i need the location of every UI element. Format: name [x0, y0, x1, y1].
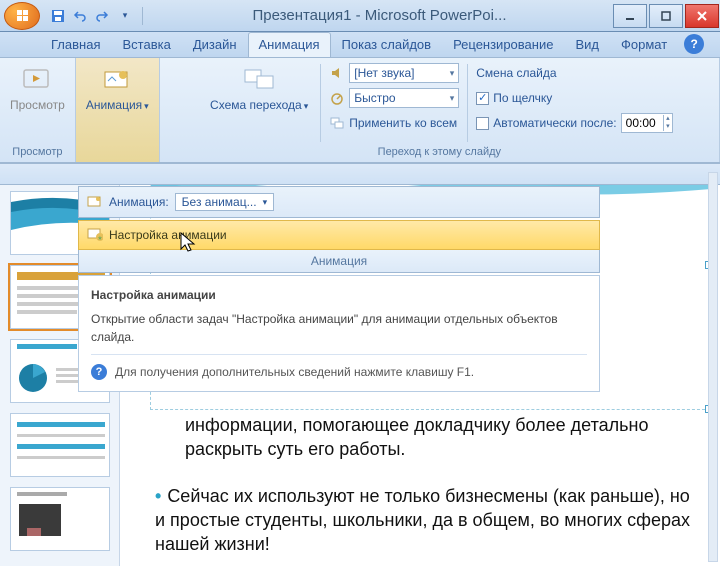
group-animation: Анимация — [76, 58, 160, 162]
tooltip-body: Открытие области задач "Настройка анимац… — [91, 310, 587, 346]
animation-icon — [101, 64, 133, 96]
qat-more-icon[interactable] — [116, 8, 132, 24]
custom-animation-item[interactable]: ★ Настройка анимации — [78, 220, 600, 250]
separator — [142, 7, 143, 25]
animation-dropdown-panel: Анимация: Без анимац... ★ Настройка аним… — [78, 186, 600, 392]
on-click-label: По щелчку — [493, 91, 552, 105]
quick-access-toolbar — [44, 8, 138, 24]
anim-icon — [87, 194, 103, 210]
animation-combo-row: Анимация: Без анимац... — [78, 186, 600, 218]
sub-strip — [0, 164, 720, 184]
group-label-anim — [82, 144, 153, 160]
thumbnail-4[interactable] — [10, 413, 110, 477]
body-p1: информации, помогающее докладчику более … — [185, 415, 648, 459]
animation-dropdown-button[interactable]: Анимация — [82, 62, 153, 114]
tab-format[interactable]: Формат — [610, 32, 678, 57]
auto-time-spinner[interactable]: 00:00▴▾ — [621, 113, 673, 133]
custom-anim-icon: ★ — [87, 227, 103, 243]
info-icon: ? — [91, 364, 107, 380]
preview-label: Просмотр — [10, 98, 65, 112]
scrollbar[interactable] — [708, 172, 718, 562]
auto-time-value: 00:00 — [622, 116, 663, 130]
tooltip: Настройка анимации Открытие области зада… — [78, 275, 600, 392]
auto-after-label: Автоматически после: — [493, 116, 616, 130]
sub-ribbon — [0, 164, 720, 185]
custom-anim-label: Настройка анимации — [109, 228, 227, 242]
maximize-button[interactable] — [649, 4, 683, 28]
sound-combo[interactable]: [Нет звука] — [349, 63, 459, 83]
tab-design[interactable]: Дизайн — [182, 32, 248, 57]
transition-label: Схема перехода — [210, 98, 308, 112]
undo-icon[interactable] — [72, 8, 88, 24]
animation-combo-value: Без анимац... — [182, 195, 257, 209]
tab-insert[interactable]: Вставка — [111, 32, 181, 57]
animation-label: Анимация: — [109, 195, 169, 209]
window-title: Презентация1 - Microsoft PowerPoi... — [147, 7, 612, 24]
preview-icon — [21, 64, 53, 96]
dropdown-group-label: Анимация — [78, 250, 600, 273]
group-preview: Просмотр Просмотр — [0, 58, 76, 162]
ribbon-tabs: Главная Вставка Дизайн Анимация Показ сл… — [0, 32, 720, 58]
speed-combo[interactable]: Быстро — [349, 88, 459, 108]
tooltip-title: Настройка анимации — [91, 286, 587, 304]
thumbnail-5[interactable] — [10, 487, 110, 551]
save-icon[interactable] — [50, 8, 66, 24]
ribbon: Просмотр Просмотр Анимация Схема переход… — [0, 58, 720, 164]
apply-all-button[interactable]: Применить ко всем — [329, 112, 459, 134]
animation-label: Анимация — [86, 98, 149, 112]
minimize-button[interactable] — [613, 4, 647, 28]
help-button[interactable]: ? — [684, 34, 704, 54]
group-transition: Схема перехода [Нет звука] Быстро Примен… — [160, 58, 720, 162]
transition-icon — [243, 64, 275, 96]
tooltip-f1-text: Для получения дополнительных сведений на… — [115, 363, 474, 381]
slide-body-text: информации, помогающее докладчику более … — [155, 413, 690, 556]
tab-slideshow[interactable]: Показ слайдов — [331, 32, 443, 57]
animation-combo[interactable]: Без анимац... — [175, 193, 274, 211]
bullet-icon: • — [155, 486, 161, 506]
close-button[interactable] — [685, 4, 719, 28]
body-p2: Сейчас их используют не только бизнесмен… — [155, 486, 690, 555]
group-label-transition: Переход к этому слайду — [166, 144, 713, 160]
tooltip-f1-row: ? Для получения дополнительных сведений … — [91, 354, 587, 381]
window-controls — [612, 4, 720, 28]
tab-review[interactable]: Рецензирование — [442, 32, 564, 57]
title-bar: Презентация1 - Microsoft PowerPoi... — [0, 0, 720, 32]
speed-icon — [329, 90, 345, 106]
auto-after-checkbox[interactable] — [476, 117, 489, 130]
redo-icon[interactable] — [94, 8, 110, 24]
tab-home[interactable]: Главная — [40, 32, 111, 57]
tab-animation[interactable]: Анимация — [248, 32, 331, 57]
preview-button[interactable]: Просмотр — [6, 62, 69, 114]
transition-scheme-button[interactable]: Схема перехода — [206, 62, 312, 114]
on-click-checkbox[interactable] — [476, 92, 489, 105]
sound-icon — [329, 65, 345, 81]
tab-view[interactable]: Вид — [564, 32, 610, 57]
svg-text:★: ★ — [97, 235, 102, 242]
apply-all-icon — [329, 115, 345, 131]
advance-label: Смена слайда — [476, 66, 556, 80]
office-button[interactable] — [4, 2, 40, 30]
apply-all-label: Применить ко всем — [349, 116, 457, 130]
group-label-preview: Просмотр — [6, 144, 69, 160]
